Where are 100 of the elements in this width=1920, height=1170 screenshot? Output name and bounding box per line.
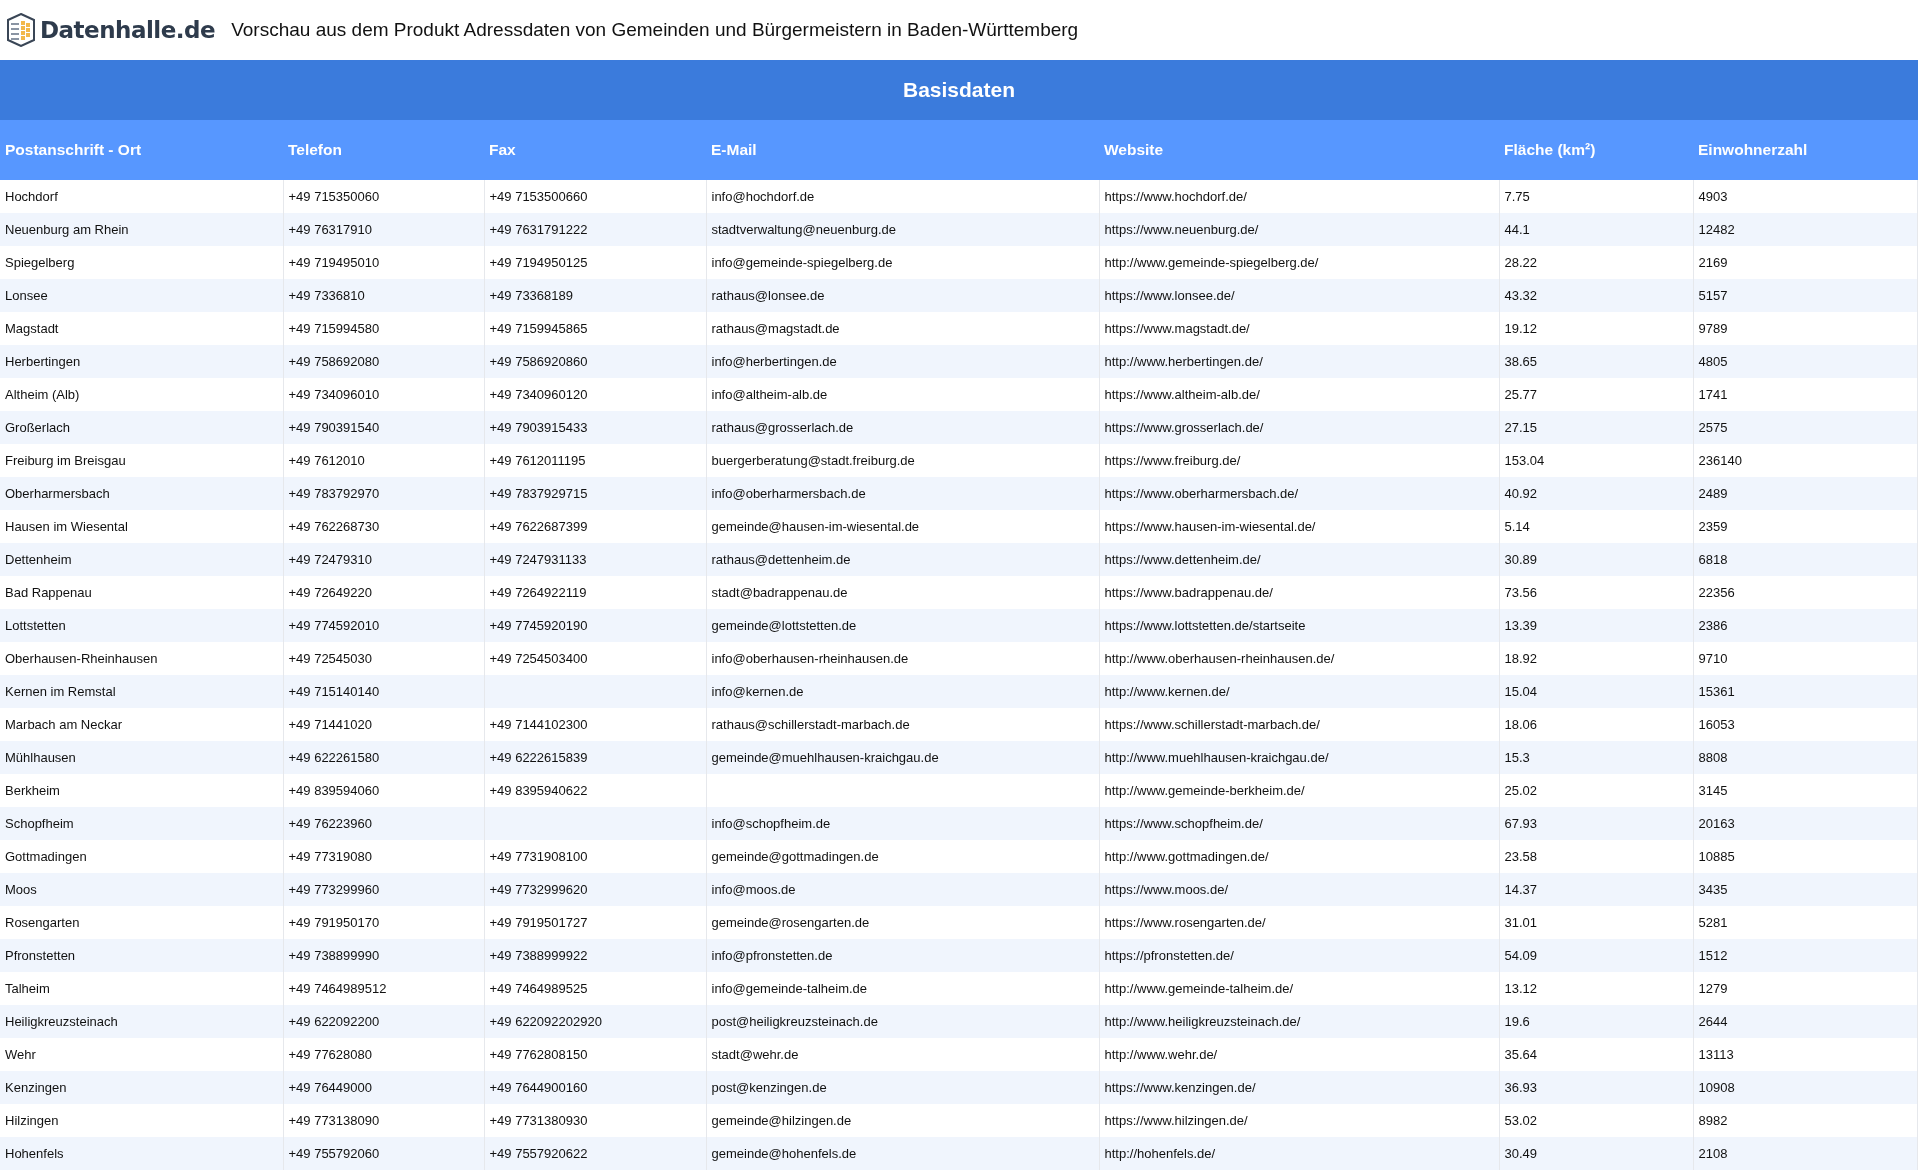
table-cell: +49 622092200	[283, 1005, 484, 1038]
table-cell: +49 755792060	[283, 1137, 484, 1170]
table-cell: +49 715140140	[283, 675, 484, 708]
table-cell: https://www.grosserlach.de/	[1099, 411, 1499, 444]
table-cell: 2644	[1693, 1005, 1918, 1038]
table-cell: http://www.heiligkreuzsteinach.de/	[1099, 1005, 1499, 1038]
table-cell: info@herbertingen.de	[706, 345, 1099, 378]
table-cell: https://www.dettenheim.de/	[1099, 543, 1499, 576]
table-cell: Lonsee	[0, 279, 283, 312]
table-cell: http://www.muehlhausen-kraichgau.de/	[1099, 741, 1499, 774]
table-cell: Heiligkreuzsteinach	[0, 1005, 283, 1038]
table-cell: rathaus@lonsee.de	[706, 279, 1099, 312]
table-cell: Neuenburg am Rhein	[0, 213, 283, 246]
table-cell: gemeinde@muehlhausen-kraichgau.de	[706, 741, 1099, 774]
table-cell: +49 790391540	[283, 411, 484, 444]
table-cell: https://www.lonsee.de/	[1099, 279, 1499, 312]
table-cell: https://pfronstetten.de/	[1099, 939, 1499, 972]
table-cell: +49 7745920190	[484, 609, 706, 642]
section-header: Basisdaten	[0, 60, 1918, 120]
table-cell: +49 7586920860	[484, 345, 706, 378]
table-cell: +49 72479310	[283, 543, 484, 576]
table-cell: 30.89	[1499, 543, 1693, 576]
table-cell: +49 7631791222	[484, 213, 706, 246]
table-cell: +49 774592010	[283, 609, 484, 642]
table-cell: 8808	[1693, 741, 1918, 774]
column-header: Website	[1099, 120, 1499, 180]
table-cell: http://www.kernen.de/	[1099, 675, 1499, 708]
table-cell: info@moos.de	[706, 873, 1099, 906]
table-cell: +49 622261580	[283, 741, 484, 774]
table-cell: info@oberharmersbach.de	[706, 477, 1099, 510]
table-cell: rathaus@grosserlach.de	[706, 411, 1099, 444]
table-cell: 2489	[1693, 477, 1918, 510]
column-header: Einwohnerzahl	[1693, 120, 1918, 180]
table-cell: 38.65	[1499, 345, 1693, 378]
logo-text[interactable]: Datenhalle.de	[40, 17, 216, 43]
table-cell: stadtverwaltung@neuenburg.de	[706, 213, 1099, 246]
table-cell: Großerlach	[0, 411, 283, 444]
table-cell: 30.49	[1499, 1137, 1693, 1170]
table-cell: info@schopfheim.de	[706, 807, 1099, 840]
table-cell: Pfronstetten	[0, 939, 283, 972]
table-cell: https://www.kenzingen.de/	[1099, 1071, 1499, 1104]
table-cell: +49 73368189	[484, 279, 706, 312]
table-cell: 12482	[1693, 213, 1918, 246]
table-cell: +49 76223960	[283, 807, 484, 840]
table-cell: +49 7388999922	[484, 939, 706, 972]
table-cell: +49 6222615839	[484, 741, 706, 774]
table-cell: Mühlhausen	[0, 741, 283, 774]
table-cell: Moos	[0, 873, 283, 906]
table-cell: +49 7644900160	[484, 1071, 706, 1104]
table-cell: +49 7557920622	[484, 1137, 706, 1170]
table-cell: 15.3	[1499, 741, 1693, 774]
table-cell: post@heiligkreuzsteinach.de	[706, 1005, 1099, 1038]
table-cell: 43.32	[1499, 279, 1693, 312]
table-cell: https://www.lottstetten.de/startseite	[1099, 609, 1499, 642]
table-cell: 10908	[1693, 1071, 1918, 1104]
table-cell: rathaus@dettenheim.de	[706, 543, 1099, 576]
table-cell: info@pfronstetten.de	[706, 939, 1099, 972]
table-cell: Lottstetten	[0, 609, 283, 642]
table-cell: 36.93	[1499, 1071, 1693, 1104]
table-cell: https://www.oberharmersbach.de/	[1099, 477, 1499, 510]
table-cell: gemeinde@hohenfels.de	[706, 1137, 1099, 1170]
table-cell: 2386	[1693, 609, 1918, 642]
table-cell: https://www.schopfheim.de/	[1099, 807, 1499, 840]
table-cell: http://hohenfels.de/	[1099, 1137, 1499, 1170]
column-header: Postanschrift - Ort	[0, 120, 283, 180]
column-header: Fax	[484, 120, 706, 180]
table-cell: +49 7837929715	[484, 477, 706, 510]
table-cell: post@kenzingen.de	[706, 1071, 1099, 1104]
table-cell: 15.04	[1499, 675, 1693, 708]
table-cell: 20163	[1693, 807, 1918, 840]
table-cell: 3435	[1693, 873, 1918, 906]
table-cell: +49 7247931133	[484, 543, 706, 576]
table-cell: 40.92	[1499, 477, 1693, 510]
table-cell: Dettenheim	[0, 543, 283, 576]
table-cell: 19.6	[1499, 1005, 1693, 1038]
table-cell: +49 7336810	[283, 279, 484, 312]
table-cell: +49 758692080	[283, 345, 484, 378]
table-cell: +49 7903915433	[484, 411, 706, 444]
table-cell: 2575	[1693, 411, 1918, 444]
table-cell: +49 783792970	[283, 477, 484, 510]
table-cell: https://www.neuenburg.de/	[1099, 213, 1499, 246]
table-cell: 4805	[1693, 345, 1918, 378]
server-stack-icon	[6, 13, 36, 47]
table-cell: gemeinde@lottstetten.de	[706, 609, 1099, 642]
table-cell: 44.1	[1499, 213, 1693, 246]
table-cell: https://www.moos.de/	[1099, 873, 1499, 906]
table-cell: Herbertingen	[0, 345, 283, 378]
table-cell: +49 773299960	[283, 873, 484, 906]
table-cell: 14.37	[1499, 873, 1693, 906]
table-cell: 54.09	[1499, 939, 1693, 972]
table-cell: Schopfheim	[0, 807, 283, 840]
table-cell: +49 76449000	[283, 1071, 484, 1104]
table-cell: 13.39	[1499, 609, 1693, 642]
page-title: Vorschau aus dem Produkt Adressdaten von Gemeinden und Bürgermeistern in Baden-Württemberg	[231, 19, 1079, 41]
table-cell: 5157	[1693, 279, 1918, 312]
table-cell: Hohenfels	[0, 1137, 283, 1170]
table-cell: 67.93	[1499, 807, 1693, 840]
table-cell: http://www.herbertingen.de/	[1099, 345, 1499, 378]
table-cell: +49 622092202920	[484, 1005, 706, 1038]
table-cell: +49 7732999620	[484, 873, 706, 906]
